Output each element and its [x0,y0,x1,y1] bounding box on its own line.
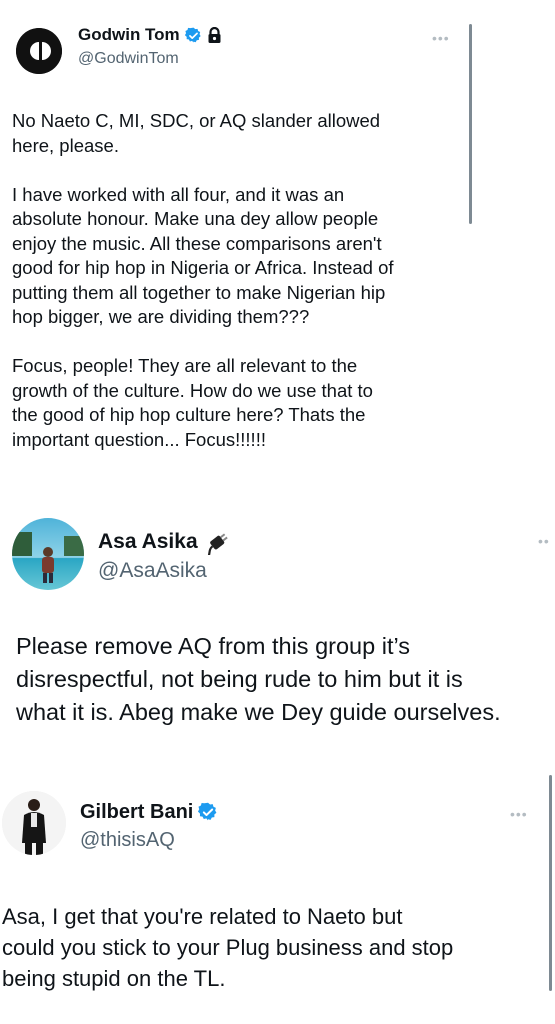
scrollbar[interactable] [549,775,552,991]
tweet-text: Asa, I get that you're related to Naeto … [2,904,454,991]
verified-badge-icon [198,802,217,821]
author-name[interactable]: Asa Asika [98,530,198,554]
avatar[interactable] [16,28,62,74]
lock-icon [208,26,221,43]
author-name[interactable]: Gilbert Bani [80,801,193,824]
author-name[interactable]: Godwin Tom [78,25,180,45]
more-dots-icon[interactable]: •• [538,534,550,548]
more-dots-icon[interactable]: ••• [510,807,528,821]
avatar[interactable] [2,791,66,855]
tweet-text: No Naeto C, MI, SDC, or AQ slander allow… [12,110,394,450]
avatar[interactable] [12,518,84,590]
verified-badge-icon [184,27,201,43]
author-handle[interactable]: @AsaAsika [98,559,207,583]
avatar-photo [2,791,66,855]
tweet-gilbert-bani[interactable]: Gilbert Bani @thisisAQ ••• Asa, I get th… [0,760,555,1024]
avatar-photo [12,518,84,590]
more-dots-icon[interactable]: ••• [432,31,450,45]
author-handle[interactable]: @GodwinTom [78,50,179,68]
logo-icon [16,28,62,74]
tweet-godwin-tom[interactable]: Godwin Tom @GodwinTom ••• No Naeto C, MI… [0,0,555,512]
author-handle[interactable]: @thisisAQ [80,829,175,852]
tweet-text: Please remove AQ from this group it’s di… [16,633,501,725]
tweet-asa-asika[interactable]: Asa Asika @AsaAsika •• Please remove AQ … [0,512,555,760]
plug-icon [206,533,228,555]
